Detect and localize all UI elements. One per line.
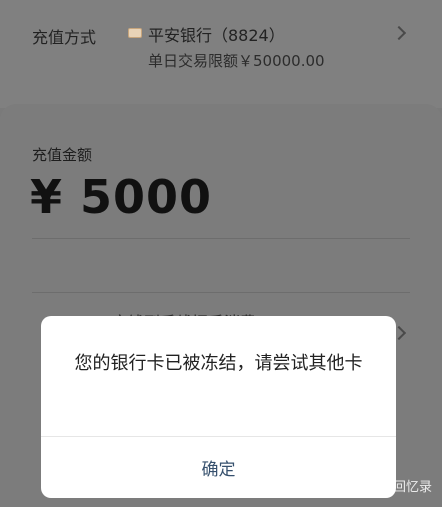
amount-label: 充值金额 (32, 146, 93, 164)
amount-value[interactable]: ¥ 5000 (30, 170, 212, 224)
chevron-right-icon (391, 25, 407, 41)
bank-card-icon (128, 28, 142, 38)
watermark: 知乎 @币商回忆录 (323, 480, 432, 495)
bank-limit: 单日交易限额￥50000.00 (148, 52, 325, 70)
dialog-message: 您的银行卡已被冻结，请尝试其他卡 (74, 353, 363, 374)
divider (32, 292, 410, 293)
payment-method-label: 充值方式 (32, 28, 97, 47)
divider (32, 238, 410, 239)
alert-dialog: 您的银行卡已被冻结，请尝试其他卡 确定 (41, 316, 396, 498)
bank-name: 平安银行（8824） (148, 26, 285, 45)
screen: 充值方式 平安银行（8824） 单日交易限额￥50000.00 充值金额 ¥ 5… (0, 0, 442, 507)
payment-method-row[interactable]: 充值方式 平安银行（8824） 单日交易限额￥50000.00 (0, 0, 442, 108)
